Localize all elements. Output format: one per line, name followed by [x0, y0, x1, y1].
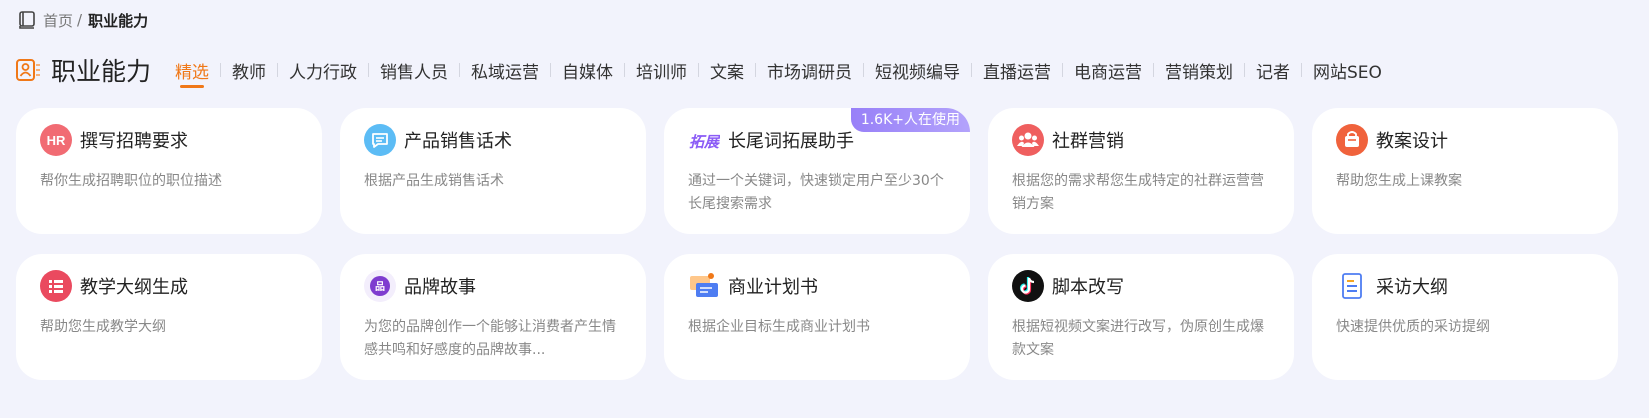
business-plan-icon [688, 270, 720, 302]
basket-icon [1336, 124, 1368, 156]
tool-card-brand-story[interactable]: 品 品牌故事 为您的品牌创作一个能够让消费者产生情感共鸣和好感度的品牌故事... [340, 254, 646, 380]
tool-card-recruitment[interactable]: HR 撰写招聘要求 帮你生成招聘职位的职位描述 [16, 108, 322, 234]
card-description: 根据短视频文案进行改写，伪原创生成爆款文案 [1012, 319, 1264, 358]
book-icon [17, 10, 37, 30]
tab-divider [971, 63, 973, 77]
tab-divider [277, 63, 279, 77]
tab-divider [220, 63, 222, 77]
tab-marketing[interactable]: 营销策划 [1165, 50, 1233, 90]
card-title: 商业计划书 [728, 277, 818, 298]
card-description: 根据产品生成销售话术 [364, 173, 504, 189]
tab-divider [550, 63, 552, 77]
card-description: 为您的品牌创作一个能够让消费者产生情感共鸣和好感度的品牌故事... [364, 319, 616, 358]
tab-short-video[interactable]: 短视频编导 [875, 50, 960, 90]
page-title: 职业能力 [51, 57, 152, 86]
tool-card-long-tail-keywords[interactable]: 1.6K+人在使用 拓展 长尾词拓展助手 通过一个关键词，快速锁定用户至少30个… [664, 108, 970, 234]
tiktok-icon [1012, 270, 1044, 302]
card-title: 教案设计 [1376, 131, 1448, 152]
card-title: 长尾词拓展助手 [728, 131, 854, 152]
expand-logo-text: 拓展 [689, 133, 720, 151]
tab-divider [368, 63, 370, 77]
tool-card-syllabus[interactable]: 教学大纲生成 帮助您生成教学大纲 [16, 254, 322, 380]
card-description: 快速提供优质的采访提纲 [1336, 319, 1490, 335]
card-description: 通过一个关键词，快速锁定用户至少30个长尾搜索需求 [688, 173, 944, 212]
card-title: 品牌故事 [404, 277, 476, 298]
tab-teacher[interactable]: 教师 [232, 50, 266, 90]
tool-card-sales-script[interactable]: 产品销售话术 根据产品生成销售话术 [340, 108, 646, 234]
category-tabs: 精选 教师 人力行政 销售人员 私域运营 自媒体 培训师 文案 市场调研员 短视… [175, 50, 1382, 90]
card-title: 采访大纲 [1376, 277, 1448, 298]
card-description: 帮助您生成上课教案 [1336, 173, 1462, 189]
breadcrumb-separator: / [77, 11, 83, 29]
page-header: 职业能力 精选 教师 人力行政 销售人员 私域运营 自媒体 培训师 文案 市场调… [15, 50, 1382, 90]
group-icon [1012, 124, 1044, 156]
card-description: 帮你生成招聘职位的职位描述 [40, 173, 222, 189]
tab-seo[interactable]: 网站SEO [1313, 50, 1382, 90]
brand-icon: 品 [364, 270, 396, 302]
tab-trainer[interactable]: 培训师 [636, 50, 687, 90]
tab-divider [1244, 63, 1246, 77]
tab-live-streaming[interactable]: 直播运营 [983, 50, 1051, 90]
tool-card-script-rewrite[interactable]: 脚本改写 根据短视频文案进行改写，伪原创生成爆款文案 [988, 254, 1294, 380]
tab-sales[interactable]: 销售人员 [380, 50, 448, 90]
card-title: 产品销售话术 [404, 131, 512, 152]
tab-market-research[interactable]: 市场调研员 [767, 50, 852, 90]
tab-journalist[interactable]: 记者 [1256, 50, 1290, 90]
card-title: 教学大纲生成 [80, 277, 188, 298]
tool-card-lesson-plan[interactable]: 教案设计 帮助您生成上课教案 [1312, 108, 1618, 234]
tab-hr-admin[interactable]: 人力行政 [289, 50, 357, 90]
document-icon [1336, 270, 1368, 302]
brand-icon-text: 品 [375, 281, 385, 293]
tool-card-grid: HR 撰写招聘要求 帮你生成招聘职位的职位描述 产品销售话术 根据产品生成销售话… [16, 108, 1618, 380]
breadcrumb-current: 职业能力 [88, 11, 149, 30]
tool-card-community-marketing[interactable]: 社群营销 根据您的需求帮您生成特定的社群运营营销方案 [988, 108, 1294, 234]
breadcrumb: 首页 / 职业能力 [17, 9, 148, 31]
svg-text:HR: HR [47, 133, 66, 148]
profile-card-icon [15, 57, 41, 83]
tab-divider [755, 63, 757, 77]
card-description: 根据您的需求帮您生成特定的社群运营营销方案 [1012, 173, 1264, 212]
card-description: 帮助您生成教学大纲 [40, 319, 166, 335]
tab-divider [698, 63, 700, 77]
card-title: 社群营销 [1052, 131, 1124, 152]
tab-divider [1062, 63, 1064, 77]
breadcrumb-home-link[interactable]: 首页 [43, 10, 73, 31]
tool-card-business-plan[interactable]: 商业计划书 根据企业目标生成商业计划书 [664, 254, 970, 380]
card-title: 脚本改写 [1052, 277, 1124, 298]
tab-private-domain[interactable]: 私域运营 [471, 50, 539, 90]
card-title: 撰写招聘要求 [80, 131, 188, 152]
tab-divider [1301, 63, 1303, 77]
tab-copywriting[interactable]: 文案 [710, 50, 744, 90]
expand-logo-icon: 拓展 [688, 124, 720, 156]
tab-divider [459, 63, 461, 77]
card-description: 根据企业目标生成商业计划书 [688, 319, 870, 335]
list-icon [40, 270, 72, 302]
usage-count-badge: 1.6K+人在使用 [850, 108, 970, 132]
tab-featured[interactable]: 精选 [175, 50, 209, 90]
tab-divider [1153, 63, 1155, 77]
tab-self-media[interactable]: 自媒体 [562, 50, 613, 90]
tool-card-interview-outline[interactable]: 采访大纲 快速提供优质的采访提纲 [1312, 254, 1618, 380]
tab-divider [863, 63, 865, 77]
hr-icon: HR [40, 124, 72, 156]
tab-divider [624, 63, 626, 77]
tab-ecommerce[interactable]: 电商运营 [1074, 50, 1142, 90]
chat-icon [364, 124, 396, 156]
